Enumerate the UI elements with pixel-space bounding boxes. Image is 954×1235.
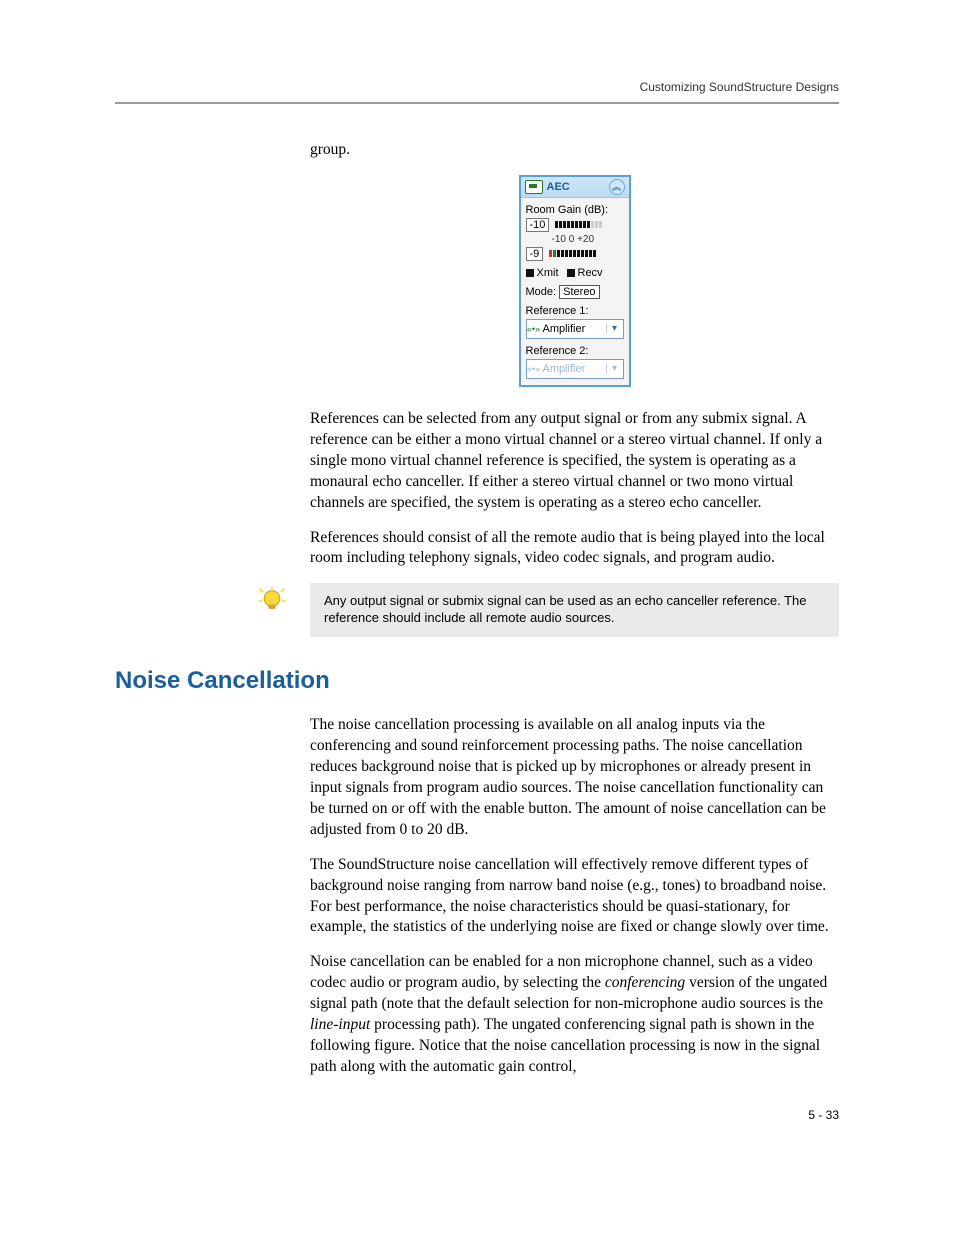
room-gain-value-1[interactable]: -10 [526,218,550,232]
note-text: Any output signal or submix signal can b… [324,593,807,625]
reference-1-combo[interactable]: «•» Amplifier ▾ [526,319,624,339]
page-number: 5 - 33 [115,1108,839,1122]
recv-label: Recv [578,267,603,279]
aec-module-icon [525,180,543,194]
xmit-label: Xmit [537,267,559,279]
chevron-down-icon[interactable]: ▾ [606,323,623,334]
meter-scale: -10 0 +20 [526,234,624,245]
mode-value[interactable]: Stereo [559,285,599,299]
nc-paragraph-2: The SoundStructure noise cancellation wi… [310,855,839,939]
recv-led-icon [567,269,575,277]
intro-trailing-word: group. [310,140,839,161]
paragraph-references-2: References should consist of all the rem… [310,528,839,570]
reference-2-label: Reference 2: [526,345,624,357]
nc-paragraph-1: The noise cancellation processing is ava… [310,715,839,841]
nc-p3-text-c: processing path). The ungated conferenci… [310,1016,820,1075]
room-gain-meter-1 [555,221,615,228]
room-gain-meter-2 [549,250,609,257]
speaker-icon: «•» [527,324,541,334]
aec-panel-titlebar[interactable]: AEC ︽ [521,177,629,198]
note-callout: Any output signal or submix signal can b… [310,583,839,637]
room-gain-value-2[interactable]: -9 [526,247,544,261]
xmit-led-icon [526,269,534,277]
mode-label: Mode: [526,286,557,298]
paragraph-references-1: References can be selected from any outp… [310,409,839,514]
nc-p3-emph-conferencing: conferencing [605,974,685,991]
nc-paragraph-3: Noise cancellation can be enabled for a … [310,952,839,1078]
nc-p3-emph-line-input: line-input [310,1016,370,1033]
collapse-icon[interactable]: ︽ [609,179,625,195]
reference-1-label: Reference 1: [526,305,624,317]
chevron-down-icon: ▾ [606,363,623,374]
note-lightbulb-icon [258,587,286,615]
running-header: Customizing SoundStructure Designs [115,80,839,94]
reference-2-combo: «•» Amplifier ▾ [526,359,624,379]
room-gain-label: Room Gain (dB): [526,204,624,216]
aec-panel-title: AEC [547,181,570,193]
reference-2-value: Amplifier [541,363,606,375]
speaker-icon: «•» [527,364,541,374]
reference-1-value: Amplifier [541,323,606,335]
recv-indicator: Recv [567,267,603,279]
section-heading-noise-cancellation: Noise Cancellation [115,667,839,695]
xmit-indicator: Xmit [526,267,559,279]
header-rule [115,102,839,104]
aec-panel: AEC ︽ Room Gain (dB): -10 -10 0 +20 -9 [519,175,631,387]
aec-panel-figure: AEC ︽ Room Gain (dB): -10 -10 0 +20 -9 [310,175,839,387]
